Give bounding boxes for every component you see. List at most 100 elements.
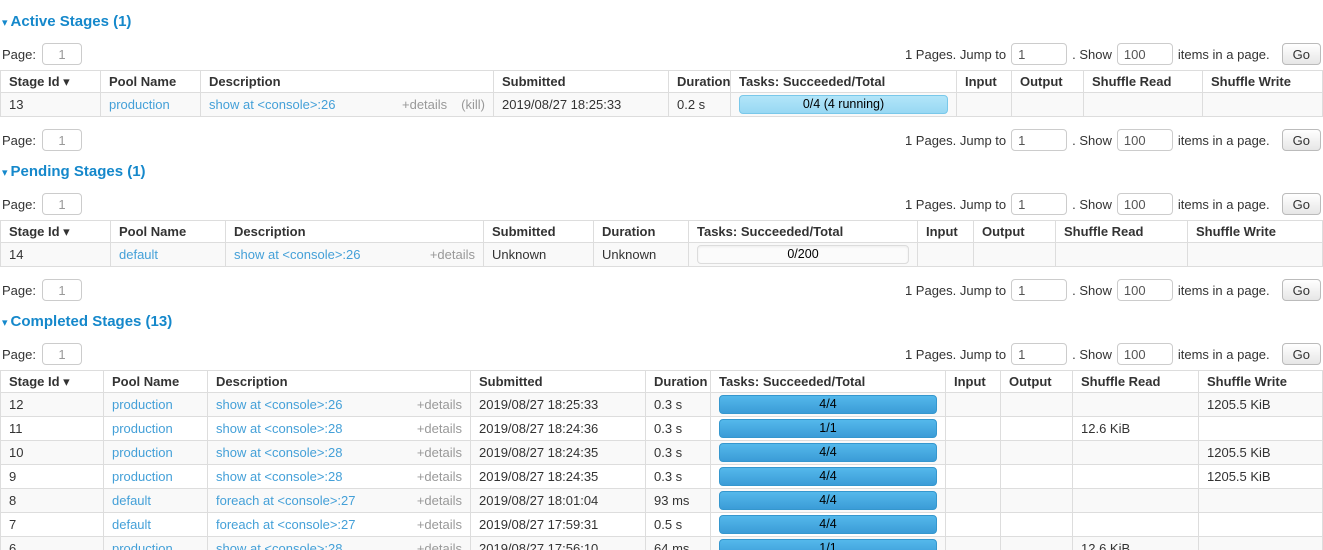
stage-id-cell: 14 (1, 243, 111, 267)
description-link[interactable]: show at <console>:28 (216, 445, 342, 460)
jump-to-input[interactable] (1011, 279, 1067, 301)
description-link[interactable]: show at <console>:26 (209, 97, 335, 112)
column-header[interactable]: Stage Id ▾ (1, 371, 104, 393)
tasks-progress-cell: 4/4 (711, 441, 946, 465)
column-header[interactable]: Description (226, 221, 484, 243)
pool-name-link[interactable]: production (109, 97, 170, 112)
jump-to-input[interactable] (1011, 129, 1067, 151)
pending-stages-table: Stage Id ▾Pool NameDescriptionSubmittedD… (0, 220, 1323, 267)
go-button[interactable]: Go (1282, 343, 1321, 365)
column-header[interactable]: Submitted (471, 371, 646, 393)
column-header[interactable]: Output (1012, 71, 1084, 93)
details-toggle[interactable]: +details (417, 445, 462, 460)
description-link[interactable]: show at <console>:28 (216, 421, 342, 436)
shuffle-write-cell (1199, 537, 1323, 550)
column-header[interactable]: Input (918, 221, 974, 243)
column-header[interactable]: Duration (646, 371, 711, 393)
details-toggle[interactable]: +details (417, 397, 462, 412)
show-count-input[interactable] (1117, 43, 1173, 65)
jump-to-input[interactable] (1011, 43, 1067, 65)
details-toggle[interactable]: +details (430, 247, 475, 262)
go-button[interactable]: Go (1282, 43, 1321, 65)
column-header[interactable]: Description (201, 71, 494, 93)
page-number-input[interactable] (42, 43, 82, 65)
shuffle-write-cell: 1205.5 KiB (1199, 393, 1323, 417)
section-title-active-stages[interactable]: ▾Active Stages (1) (2, 14, 1323, 31)
go-button[interactable]: Go (1282, 129, 1321, 151)
items-text: items in a page. (1178, 347, 1270, 362)
stage-id-cell: 12 (1, 393, 104, 417)
column-header[interactable]: Input (957, 71, 1012, 93)
column-header[interactable]: Duration (594, 221, 689, 243)
pool-name-link[interactable]: production (112, 445, 173, 460)
shuffle-write-cell (1199, 513, 1323, 537)
column-header[interactable]: Submitted (484, 221, 594, 243)
column-header[interactable]: Duration (669, 71, 731, 93)
column-header[interactable]: Stage Id ▾ (1, 221, 111, 243)
active-stages-table: Stage Id ▾Pool NameDescriptionSubmittedD… (0, 70, 1323, 117)
details-toggle[interactable]: +details (402, 97, 447, 112)
column-header[interactable]: Description (208, 371, 471, 393)
show-count-input[interactable] (1117, 343, 1173, 365)
column-header[interactable]: Input (946, 371, 1001, 393)
column-header[interactable]: Tasks: Succeeded/Total (711, 371, 946, 393)
page-number-input[interactable] (42, 129, 82, 151)
description-link[interactable]: show at <console>:28 (216, 541, 342, 550)
show-count-input[interactable] (1117, 193, 1173, 215)
go-button[interactable]: Go (1282, 279, 1321, 301)
duration-cell: 0.5 s (646, 513, 711, 537)
show-count-input[interactable] (1117, 129, 1173, 151)
page-number-input[interactable] (42, 193, 82, 215)
column-header[interactable]: Pool Name (104, 371, 208, 393)
shuffle-read-cell: 12.6 KiB (1073, 417, 1199, 441)
column-header[interactable]: Tasks: Succeeded/Total (731, 71, 957, 93)
pool-name-cell: production (101, 93, 201, 117)
description-link[interactable]: show at <console>:26 (234, 247, 360, 262)
jump-to-input[interactable] (1011, 193, 1067, 215)
pool-name-link[interactable]: default (112, 493, 151, 508)
show-count-input[interactable] (1117, 279, 1173, 301)
pool-name-link[interactable]: default (119, 247, 158, 262)
column-header[interactable]: Shuffle Read (1073, 371, 1199, 393)
task-progress-bar: 0/200 (697, 245, 909, 264)
description-cell: show at <console>:28 +details (208, 417, 471, 441)
details-toggle[interactable]: +details (417, 493, 462, 508)
column-header[interactable]: Output (1001, 371, 1073, 393)
description-link[interactable]: foreach at <console>:27 (216, 493, 356, 508)
pool-name-link[interactable]: production (112, 421, 173, 436)
column-header[interactable]: Submitted (494, 71, 669, 93)
column-header[interactable]: Stage Id ▾ (1, 71, 101, 93)
column-header[interactable]: Tasks: Succeeded/Total (689, 221, 918, 243)
pool-name-link[interactable]: production (112, 397, 173, 412)
page-number-input[interactable] (42, 279, 82, 301)
column-header[interactable]: Shuffle Write (1188, 221, 1323, 243)
details-toggle[interactable]: +details (417, 541, 462, 550)
description-cell: foreach at <console>:27 +details (208, 513, 471, 537)
section-title-completed-stages[interactable]: ▾Completed Stages (13) (2, 314, 1323, 331)
section-title-pending-stages[interactable]: ▾Pending Stages (1) (2, 164, 1323, 181)
details-toggle[interactable]: +details (417, 421, 462, 436)
pool-name-cell: production (104, 417, 208, 441)
page-number-input[interactable] (42, 343, 82, 365)
details-toggle[interactable]: +details (417, 517, 462, 532)
description-link[interactable]: show at <console>:26 (216, 397, 342, 412)
kill-link[interactable]: (kill) (461, 97, 485, 112)
column-header[interactable]: Shuffle Write (1199, 371, 1323, 393)
page-label: Page: (2, 133, 36, 148)
column-header[interactable]: Shuffle Write (1203, 71, 1323, 93)
column-header[interactable]: Pool Name (111, 221, 226, 243)
column-header[interactable]: Shuffle Read (1056, 221, 1188, 243)
details-toggle[interactable]: +details (417, 469, 462, 484)
column-header[interactable]: Output (974, 221, 1056, 243)
stage-row: 13productionshow at <console>:26+details… (1, 93, 1323, 117)
go-button[interactable]: Go (1282, 193, 1321, 215)
jump-to-input[interactable] (1011, 343, 1067, 365)
pool-name-link[interactable]: default (112, 517, 151, 532)
column-header[interactable]: Shuffle Read (1084, 71, 1203, 93)
task-progress-bar: 1/1 (719, 419, 937, 438)
pool-name-link[interactable]: production (112, 541, 173, 550)
description-link[interactable]: foreach at <console>:27 (216, 517, 356, 532)
description-link[interactable]: show at <console>:28 (216, 469, 342, 484)
pool-name-link[interactable]: production (112, 469, 173, 484)
column-header[interactable]: Pool Name (101, 71, 201, 93)
